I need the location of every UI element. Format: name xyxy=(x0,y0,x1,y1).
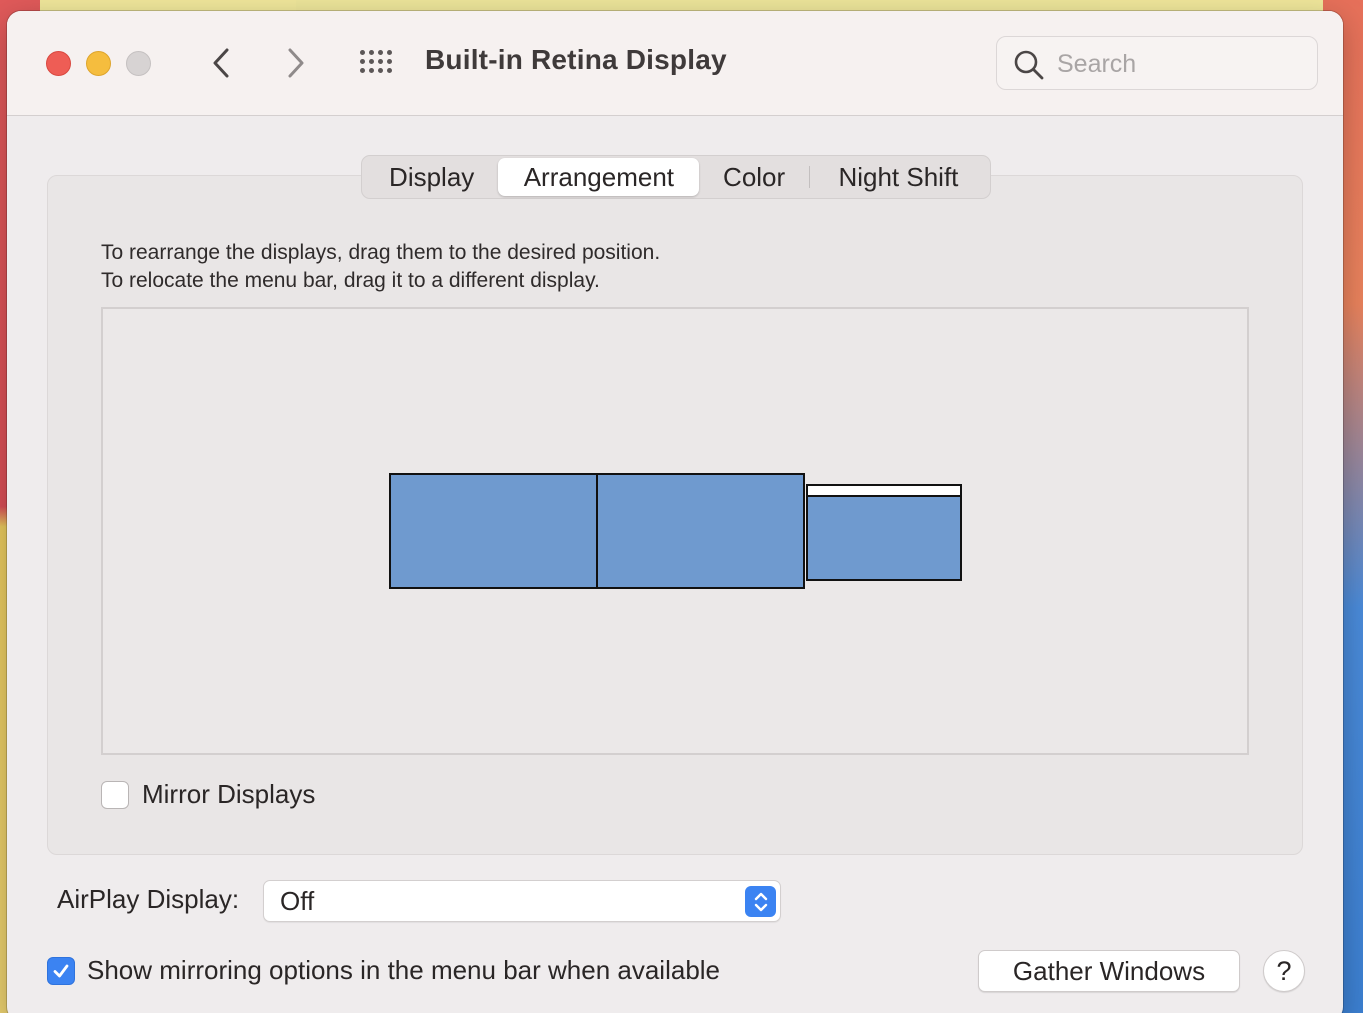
show-mirroring-checkbox[interactable] xyxy=(47,956,75,985)
airplay-selected-value: Off xyxy=(280,886,315,916)
close-window-button[interactable] xyxy=(46,51,71,76)
back-button[interactable] xyxy=(202,43,242,83)
mirror-displays-option[interactable]: Mirror Displays xyxy=(101,779,315,810)
instruction-line-2: To relocate the menu bar, drag it to a d… xyxy=(101,269,600,292)
show-mirroring-options[interactable]: Show mirroring options in the menu bar w… xyxy=(47,955,720,986)
help-button[interactable]: ? xyxy=(1263,950,1305,992)
checkmark-icon xyxy=(53,964,69,977)
zoom-window-button[interactable] xyxy=(126,51,151,76)
menu-bar-handle[interactable] xyxy=(808,486,960,497)
show-all-grid-icon[interactable] xyxy=(357,47,397,79)
arrangement-instructions: To rearrange the displays, drag them to … xyxy=(101,239,660,295)
show-mirroring-label: Show mirroring options in the menu bar w… xyxy=(87,955,721,985)
tab-bar: Display Arrangement Color Night Shift xyxy=(361,155,991,199)
mirror-displays-label: Mirror Displays xyxy=(142,779,316,809)
popup-stepper-icon xyxy=(745,886,776,917)
instruction-line-1: To rearrange the displays, drag them to … xyxy=(101,241,661,264)
chevron-left-icon xyxy=(213,48,229,78)
chevron-right-icon xyxy=(288,48,304,78)
tab-display[interactable]: Display xyxy=(365,158,498,196)
display-arrangement-canvas xyxy=(101,307,1249,755)
minimize-window-button[interactable] xyxy=(86,51,111,76)
title-bar: Built-in Retina Display xyxy=(7,11,1343,116)
gather-windows-button[interactable]: Gather Windows xyxy=(978,950,1240,992)
preferences-window: Built-in Retina Display Display Arrangem… xyxy=(7,11,1343,1013)
mirror-displays-checkbox[interactable] xyxy=(101,780,129,809)
display-thumbnail-2[interactable] xyxy=(596,473,805,589)
search-icon xyxy=(1014,50,1044,80)
airplay-display-label: AirPlay Display: xyxy=(57,884,240,914)
display-thumbnail-1[interactable] xyxy=(389,473,598,589)
display-thumbnail-main[interactable] xyxy=(806,484,962,581)
search-input[interactable] xyxy=(1057,48,1297,80)
airplay-display-select[interactable]: Off xyxy=(263,880,781,922)
search-field[interactable] xyxy=(996,36,1318,90)
tab-color[interactable]: Color xyxy=(699,158,808,196)
window-title: Built-in Retina Display xyxy=(425,44,727,75)
forward-button[interactable] xyxy=(275,43,315,83)
tab-arrangement[interactable]: Arrangement xyxy=(498,158,700,196)
tab-night-shift[interactable]: Night Shift xyxy=(810,158,987,196)
